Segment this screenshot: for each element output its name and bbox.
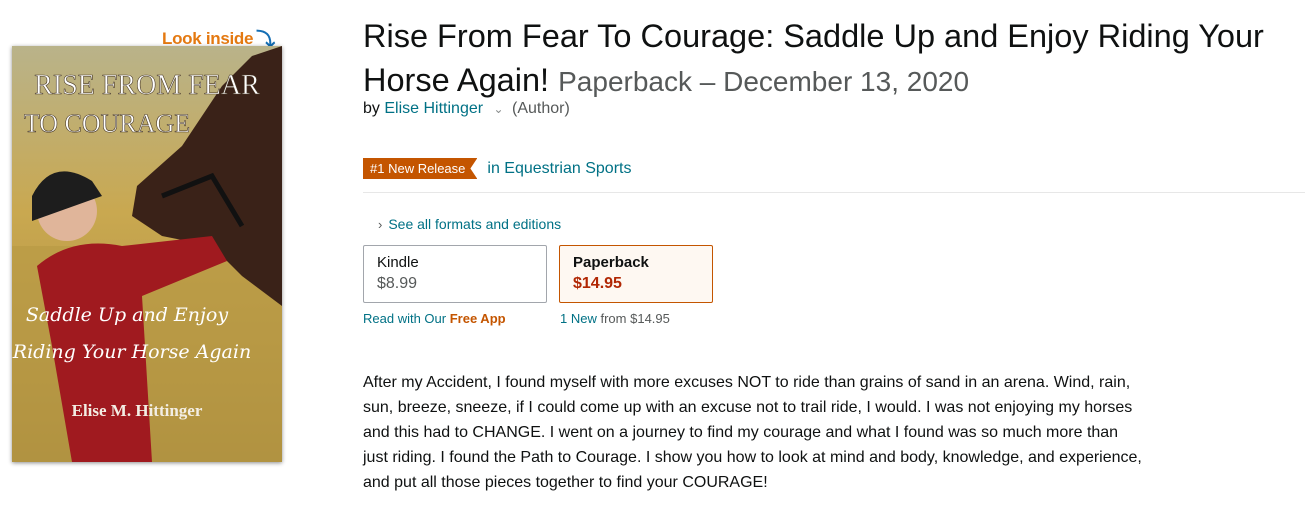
format-date: Paperback – December 13, 2020 (558, 66, 970, 97)
cover-author: Elise M. Hittinger (72, 401, 203, 420)
paperback-new-count: 1 New (560, 311, 597, 326)
kindle-sub-prefix: Read with Our (363, 311, 447, 326)
cover-title-line1: RISE FROM FEAR (34, 70, 260, 101)
new-release-badge[interactable]: #1 New Release (363, 158, 477, 179)
by-label: by (363, 100, 380, 117)
cover-title-line2: TO COURAGE (24, 109, 190, 138)
paperback-label: Paperback (573, 254, 649, 271)
cover-subtitle-line2: Riding Your Horse Again (12, 341, 251, 363)
paperback-format-swatch[interactable]: Paperback $14.95 (559, 245, 713, 303)
paperback-offers-link[interactable]: 1 New from $14.95 (560, 311, 670, 326)
divider (363, 192, 1305, 193)
byline: by Elise Hittinger ⌄ (Author) (363, 100, 570, 118)
paperback-from-label: from (600, 311, 627, 326)
badge-category-link[interactable]: in Equestrian Sports (487, 160, 631, 178)
cover-subtitle-line1: Saddle Up and Enjoy (26, 304, 228, 326)
kindle-label: Kindle (377, 254, 419, 271)
best-seller-badge-row: #1 New Release in Equestrian Sports (363, 158, 631, 179)
chevron-right-icon: › (378, 217, 383, 232)
chevron-down-icon[interactable]: ⌄ (494, 102, 504, 116)
kindle-subtext: Read with Our Free App (363, 311, 506, 326)
product-title-block: Rise From Fear To Courage: Saddle Up and… (363, 14, 1303, 104)
free-app-link[interactable]: Free App (450, 311, 506, 326)
paperback-from-price: $14.95 (630, 311, 670, 326)
see-all-formats-link[interactable]: › See all formats and editions (378, 216, 561, 232)
kindle-format-swatch[interactable]: Kindle $8.99 (363, 245, 547, 303)
description-text: After my Accident, I found myself with m… (363, 374, 1142, 491)
see-all-label: See all formats and editions (388, 216, 562, 232)
paperback-price: $14.95 (573, 275, 622, 292)
author-role: (Author) (512, 100, 570, 117)
author-link[interactable]: Elise Hittinger (384, 100, 483, 117)
book-description: After my Accident, I found myself with m… (363, 370, 1143, 495)
book-cover-image[interactable]: RISE FROM FEAR TO COURAGE Saddle Up and … (12, 46, 282, 462)
kindle-price: $8.99 (377, 275, 418, 292)
